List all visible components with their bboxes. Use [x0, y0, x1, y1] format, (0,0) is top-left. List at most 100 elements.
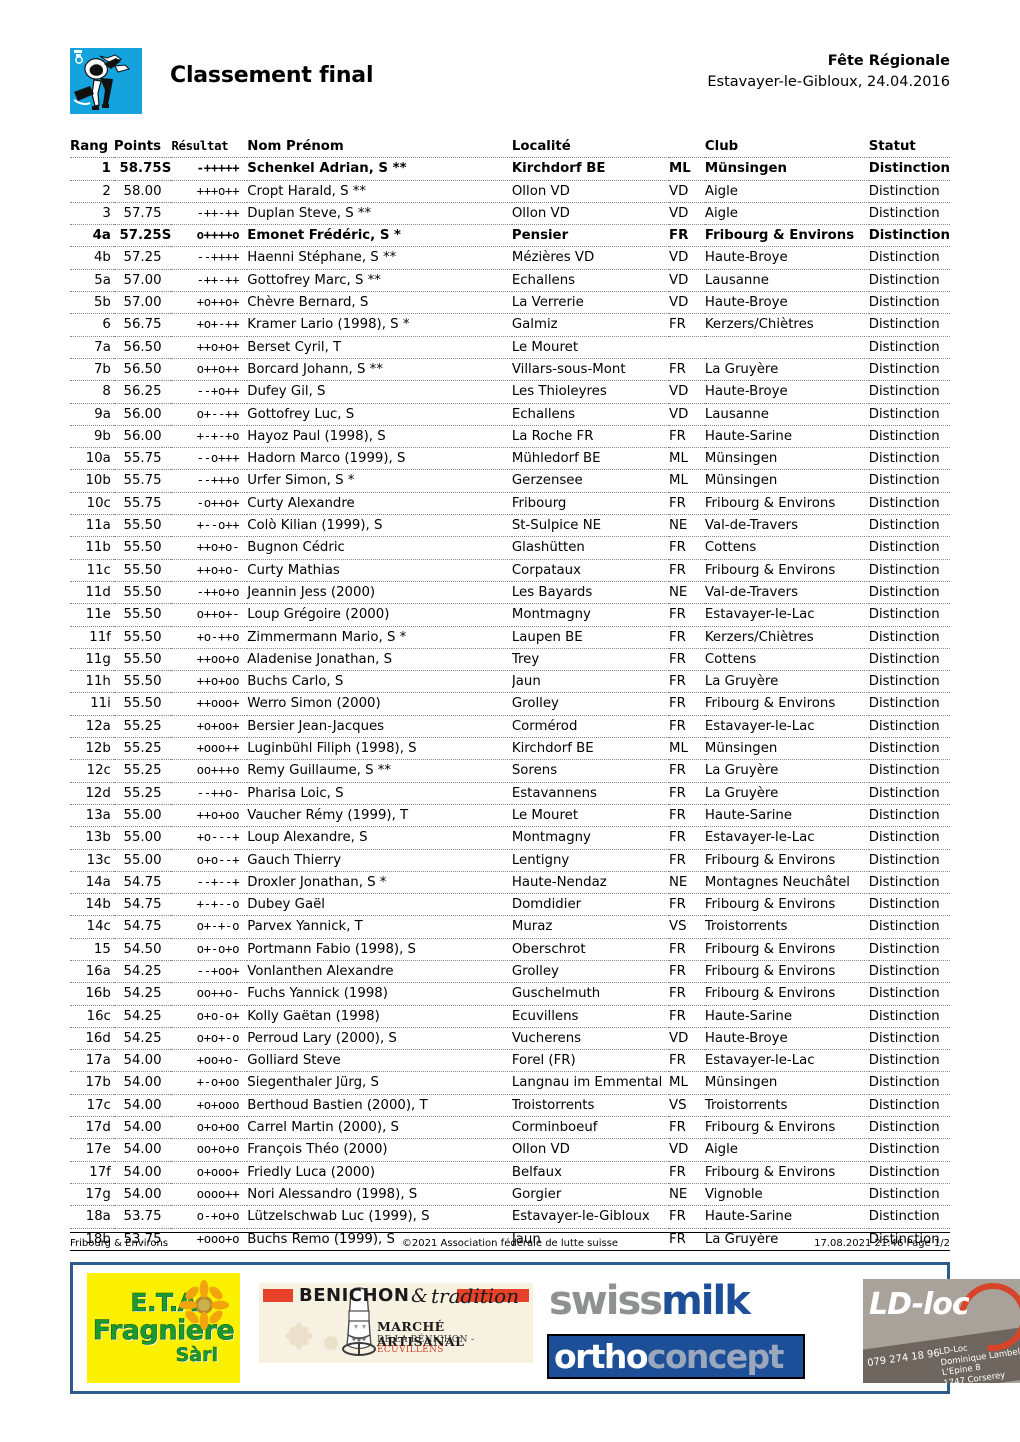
cell-localite: Les Bayards — [511, 584, 593, 600]
cell-nom-prenom: Curty Mathias — [247, 562, 340, 578]
cell-club: Kerzers/Chiètres — [704, 317, 814, 333]
cell-s-marker — [162, 492, 172, 514]
cell-rang: 8 — [102, 384, 111, 400]
table-head: Rang Points Résultat Nom Prénom Localité… — [70, 136, 950, 158]
cell-nom-prenom: Berthoud Bastien (2000), T — [247, 1097, 428, 1113]
cell-rang: 18a — [85, 1209, 111, 1225]
cell-statut: Distinction — [868, 228, 950, 244]
cell-canton: FR — [668, 830, 686, 846]
table-row: 13b 55.00 +o---+ Loup Alexandre, S Montmagny… — [70, 827, 950, 849]
cell-canton: FR — [668, 696, 686, 712]
cell-resultat: oo++o- — [196, 986, 240, 1001]
cell-rang: 13c — [86, 852, 111, 868]
cell-club: Fribourg & Environs — [704, 495, 836, 511]
cell-nom-prenom: Dufey Gil, S — [247, 384, 326, 400]
table-row: 8 56.25 --+o++ Dufey Gil, S Les Thioleyres VD… — [70, 381, 950, 404]
cell-s-marker — [162, 1206, 172, 1228]
cell-statut: Distinction — [868, 562, 940, 578]
cell-nom-prenom: Loup Grégoire (2000) — [247, 607, 390, 623]
cell-nom-prenom: François Théo (2000) — [247, 1142, 388, 1158]
cell-nom-prenom: Aladenise Jonathan, S — [247, 651, 393, 667]
cell-nom-prenom: Pharisa Loic, S — [247, 785, 344, 801]
cell-s-marker — [162, 960, 172, 982]
cell-rang: 11h — [85, 674, 111, 690]
cell-nom-prenom: Hayoz Paul (1998), S — [247, 428, 386, 444]
cell-s-marker: S — [161, 161, 172, 177]
cell-statut: Distinction — [868, 205, 940, 221]
cell-s-marker — [162, 425, 172, 447]
cell-localite: Ollon VD — [511, 1142, 570, 1158]
cell-localite: Gorgier — [511, 1186, 562, 1202]
table-row: 3 57.75 -++-++ Duplan Steve, S ** Ollon VD VD… — [70, 202, 950, 225]
cell-rang: 10b — [85, 473, 111, 489]
cell-statut: Distinction — [868, 1164, 940, 1180]
cell-statut: Distinction — [868, 250, 940, 266]
cell-club: Cottens — [704, 540, 757, 556]
cell-rang: 17f — [89, 1164, 111, 1180]
cell-nom-prenom: Vonlanthen Alexandre — [247, 963, 394, 979]
cell-nom-prenom: Hadorn Marco (1999), S — [247, 451, 406, 467]
cell-s-marker — [162, 581, 172, 603]
cell-s-marker — [162, 292, 172, 314]
cell-points: 55.75 — [123, 495, 162, 511]
cell-localite: Estavannens — [511, 785, 597, 801]
table-row: 12c 55.25 oo+++o Remy Guillaume, S ** Sorens… — [70, 760, 950, 783]
table-row: 17a 54.00 +oo+o- Golliard Steve Forel (FR) FR… — [70, 1050, 950, 1072]
cell-canton: FR — [668, 607, 686, 623]
results-page: Classement final Fête Régionale Estavaye… — [0, 0, 1020, 1442]
cell-statut: Distinction — [868, 741, 940, 757]
cell-resultat: o++o++ — [196, 361, 240, 376]
cell-statut: Distinction — [868, 830, 940, 846]
cell-statut: Distinction — [868, 1142, 940, 1158]
cell-canton: FR — [668, 562, 686, 578]
cell-s-marker — [162, 604, 172, 626]
cell-nom-prenom: Curty Alexandre — [247, 495, 355, 511]
wrestler-logo-icon — [70, 48, 142, 114]
swissmilk-logo: swissmilk — [549, 1281, 751, 1321]
cell-points: 56.50 — [123, 361, 162, 377]
cell-s-marker — [162, 358, 172, 380]
cell-canton: FR — [668, 540, 686, 556]
cell-club: Fribourg & Environs — [704, 852, 836, 868]
cell-localite: Echallens — [511, 272, 576, 288]
cell-rang: 17g — [85, 1186, 111, 1202]
cell-club: Fribourg & Environs — [704, 228, 855, 244]
cell-points: 57.25 — [123, 250, 162, 266]
cell-rang: 11b — [85, 540, 111, 556]
cell-localite: Grolley — [511, 696, 559, 712]
cell-club: Estavayer-le-Lac — [704, 830, 815, 846]
cell-statut: Distinction — [868, 428, 940, 444]
cell-rang: 11d — [85, 584, 111, 600]
cell-resultat: ++o+o- — [196, 562, 240, 577]
table-row: 16c 54.25 o+o-o+ Kolly Gaëtan (1998) Ecuvill… — [70, 1005, 950, 1028]
cell-club: Fribourg & Environs — [704, 963, 836, 979]
benichon-script: tradition — [431, 1284, 520, 1308]
cell-rang: 2 — [102, 183, 111, 199]
cell-points: 58.75 — [119, 161, 162, 177]
cell-club: Aigle — [704, 205, 738, 221]
col-header-canton — [669, 136, 705, 158]
cell-rang: 10c — [86, 495, 111, 511]
event-name: Fête Régionale — [827, 53, 950, 69]
cell-localite: Le Mouret — [511, 807, 579, 823]
cell-nom-prenom: Werro Simon (2000) — [247, 696, 381, 712]
cell-canton: VD — [668, 295, 689, 311]
cell-rang: 11i — [90, 696, 111, 712]
table-row: 11i 55.50 ++ooo+ Werro Simon (2000) Grolley F… — [70, 693, 950, 716]
cell-statut: Distinction — [868, 897, 940, 913]
cell-s-marker — [162, 804, 172, 826]
table-row: 11c 55.50 ++o+o- Curty Mathias Corpataux FR Fr… — [70, 559, 950, 582]
cell-points: 55.50 — [123, 562, 162, 578]
cell-canton: FR — [668, 1053, 686, 1069]
benichon-loc-a: DE LA BÉNICHON - — [377, 1335, 475, 1345]
cell-resultat: +++o++ — [196, 183, 240, 198]
col-header-sep — [162, 136, 172, 158]
cell-localite: Belfaux — [511, 1164, 562, 1180]
cell-localite: Jaun — [511, 674, 541, 690]
cell-rang: 11a — [85, 518, 111, 534]
ldloc-wordmark: LD-loc — [869, 1287, 970, 1322]
cell-s-marker — [162, 1094, 172, 1116]
cell-club — [705, 336, 869, 358]
cell-club: Fribourg & Environs — [704, 986, 836, 1002]
cell-resultat: +o+-++ — [196, 317, 240, 332]
